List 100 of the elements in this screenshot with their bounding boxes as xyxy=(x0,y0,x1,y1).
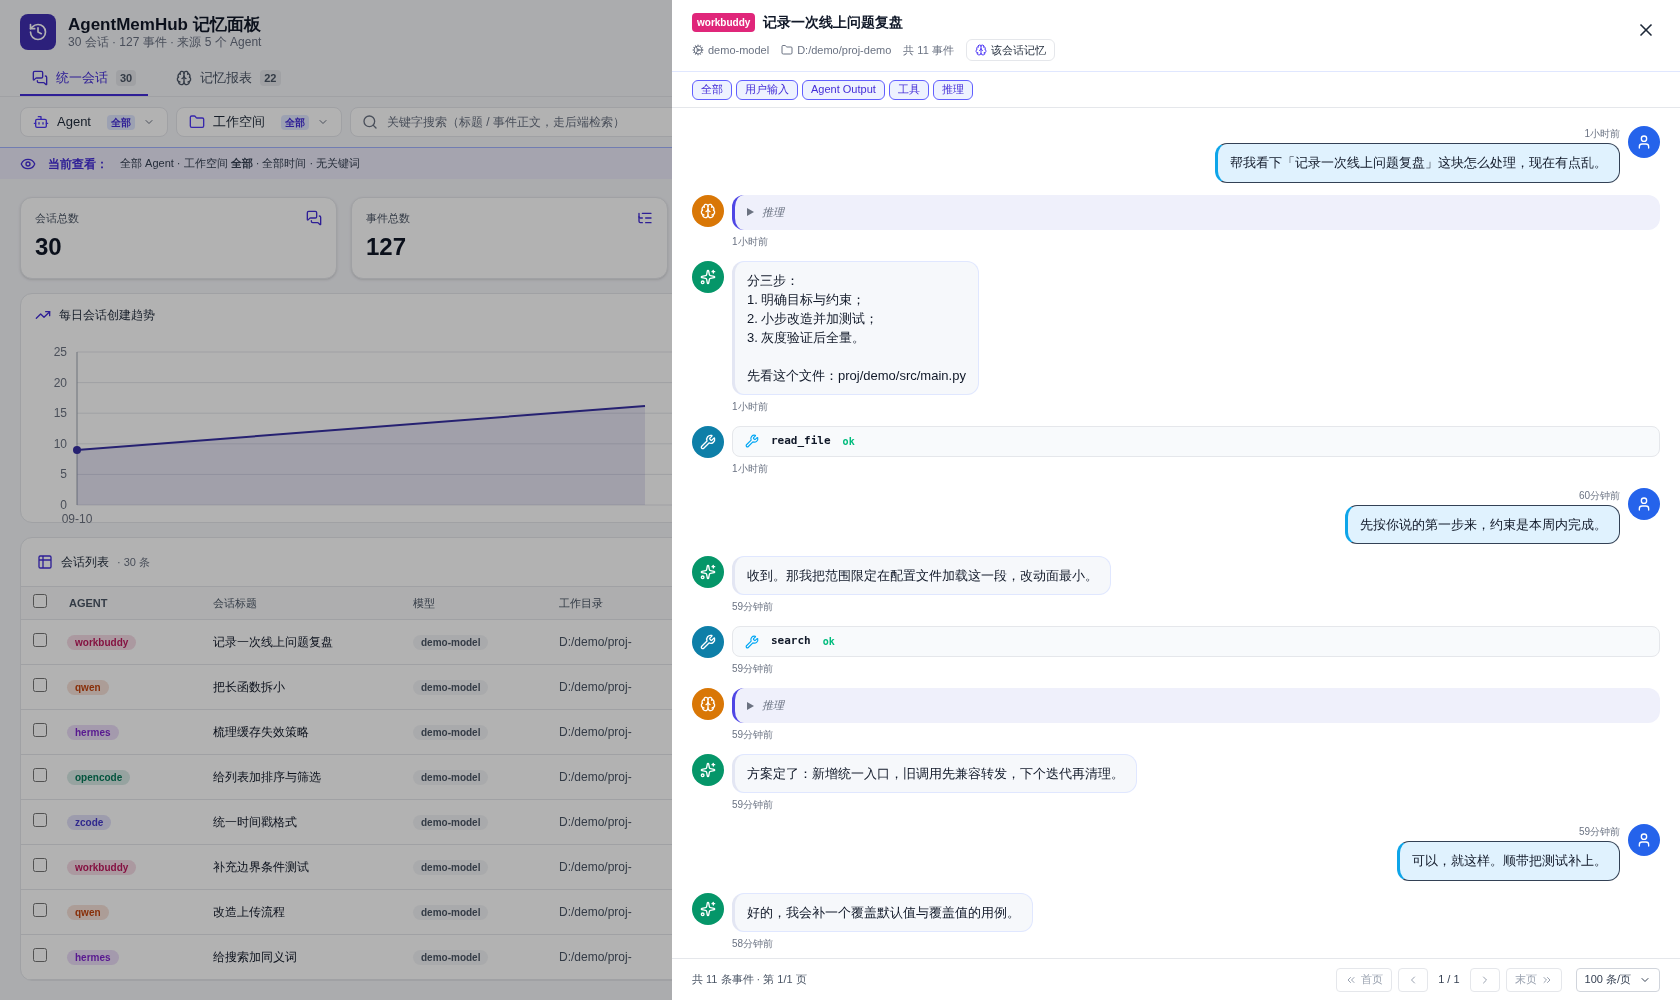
row-checkbox[interactable] xyxy=(33,812,47,827)
row-checkbox[interactable] xyxy=(33,767,47,782)
column-header: 模型 xyxy=(413,595,436,611)
chat-icon xyxy=(32,70,48,86)
folder-icon xyxy=(189,114,205,130)
model-tag: demo-model xyxy=(413,680,489,695)
tab[interactable]: 记忆报表 22 xyxy=(164,62,293,96)
filter-chip[interactable]: Agent Output xyxy=(802,79,885,100)
search-field[interactable]: 关键字搜索（标题 / 事件正文，走后端检索） xyxy=(350,107,672,137)
gear-icon xyxy=(692,44,704,56)
memory-button[interactable]: 该会话记忆 xyxy=(965,39,1055,61)
axis-label: 25 xyxy=(53,345,67,359)
folder-icon xyxy=(781,44,794,56)
session-title[interactable]: 梳理缓存失效策略 xyxy=(213,723,413,741)
filter-chip[interactable]: 推理 xyxy=(932,79,973,100)
session-title[interactable]: 给列表加排序与筛选 xyxy=(213,768,413,786)
agent-tag: opencode xyxy=(67,770,131,785)
message-line: 1. 明确目标与约束； xyxy=(747,290,867,309)
message-line: 2. 小步改造并加测试； xyxy=(747,309,880,328)
agent-tag: workbuddy xyxy=(692,13,756,32)
column-header: 工作目录 xyxy=(559,595,604,611)
session-title[interactable]: 给搜索加同义词 xyxy=(213,948,413,966)
search-icon xyxy=(362,114,378,130)
stat-value: 30 xyxy=(35,231,63,262)
tool-status: ok xyxy=(822,635,835,649)
axis-label: 20 xyxy=(53,375,67,390)
session-title[interactable]: 统一时间戳格式 xyxy=(213,813,413,831)
filter-dropdown[interactable]: 工作空间 全部 xyxy=(176,107,342,137)
sparkle-avatar xyxy=(692,754,724,786)
filter-dropdown[interactable]: Agent 全部 xyxy=(20,107,168,137)
message-time: 59分钟前 xyxy=(732,662,775,676)
directory-path: D:/demo/proj-demo xyxy=(797,42,892,58)
row-checkbox[interactable] xyxy=(33,722,47,737)
filter-chip[interactable]: 全部 xyxy=(692,79,732,100)
stat-label: 事件总数 xyxy=(366,211,410,226)
page-indicator: 1 / 1 xyxy=(1437,972,1461,988)
tool-name: read_file xyxy=(771,432,831,449)
model-tag: demo-model xyxy=(413,635,489,650)
wrench-icon xyxy=(745,634,759,649)
message-line: 先看这个文件：proj/demo/src/main.py xyxy=(747,366,966,385)
reasoning-block[interactable]: 推理 xyxy=(732,688,1660,723)
column-header: 会话标题 xyxy=(213,595,258,611)
table-cell-text: D:/demo/proj- xyxy=(559,859,632,876)
session-title[interactable]: 补充边界条件测试 xyxy=(213,858,413,876)
viewing-summary: 全部 Agent · 工作空间 全部 · 全部时间 · 无关键词 xyxy=(120,156,361,172)
filter-chip[interactable]: 用户输入 xyxy=(736,79,798,100)
table-icon xyxy=(37,554,53,570)
row-checkbox[interactable] xyxy=(33,632,47,647)
table-title: 会话列表 xyxy=(61,554,109,571)
user-message: 帮我看下「记录一次线上问题复盘」这块怎么处理，现在有点乱。 xyxy=(1215,143,1620,183)
row-checkbox[interactable] xyxy=(33,857,47,872)
message-time: 58分钟前 xyxy=(732,936,774,951)
app-title: AgentMemHub 记忆面板 xyxy=(68,13,262,36)
drawer-title: 记录一次线上问题复盘 xyxy=(763,13,904,32)
message-line: 好的，我会补一个覆盖默认值与覆盖值的用例。 xyxy=(747,903,1020,922)
tab-count: 30 xyxy=(116,69,137,87)
chart-title: 每日会话创建趋势 xyxy=(59,307,155,324)
table-cell-text: D:/demo/proj- xyxy=(559,814,632,831)
model-tag: demo-model xyxy=(413,815,489,830)
pagination-summary: 共 11 条事件 · 第 1/1 页 xyxy=(692,972,807,988)
row-checkbox[interactable] xyxy=(33,677,47,692)
message-time: 59分钟前 xyxy=(1578,825,1620,839)
table-count: · 30 条 xyxy=(117,554,150,570)
table-cell-text: D:/demo/proj- xyxy=(559,724,632,741)
user-message: 先按你说的第一步来，约束是本周内完成。 xyxy=(1345,504,1620,544)
message-time: 59分钟前 xyxy=(732,600,774,614)
chat-icon xyxy=(306,210,322,227)
filter-chip[interactable]: 工具 xyxy=(888,79,929,100)
model-tag: demo-model xyxy=(413,905,489,920)
agent-tag: zcode xyxy=(67,815,112,830)
select-all-checkbox[interactable] xyxy=(33,593,47,608)
wrench-avatar xyxy=(692,626,724,658)
session-title[interactable]: 改造上传流程 xyxy=(213,903,413,921)
table-cell-text: D:/demo/proj- xyxy=(559,769,632,786)
message-time: 1小时前 xyxy=(732,461,769,476)
tab[interactable]: 统一会话 30 xyxy=(20,62,149,96)
page-size-select[interactable]: 100 条/页 xyxy=(1575,967,1660,992)
agent-tag: hermes xyxy=(67,950,119,965)
stat-label: 会话总数 xyxy=(35,211,79,226)
axis-label: 5 xyxy=(60,467,67,482)
row-checkbox[interactable] xyxy=(33,902,47,917)
message-time: 1小时前 xyxy=(1584,127,1620,141)
table-cell-text: D:/demo/proj- xyxy=(559,679,632,696)
viewing-label: 当前查看： xyxy=(48,155,108,173)
row-checkbox[interactable] xyxy=(33,947,47,962)
sparkle-avatar xyxy=(692,556,724,588)
wrench-avatar xyxy=(692,425,724,458)
message-line: 3. 灰度验证后全量。 xyxy=(747,328,867,347)
user-avatar xyxy=(1628,487,1660,520)
message-line: 收到。那我把范围限定在配置文件加载这一段，改动面最小。 xyxy=(747,567,1098,585)
wrench-icon xyxy=(745,434,759,448)
session-title[interactable]: 记录一次线上问题复盘 xyxy=(213,633,413,651)
table-cell-text: D:/demo/proj- xyxy=(559,904,632,921)
axis-label: 0 xyxy=(60,498,67,512)
brain-avatar xyxy=(692,688,724,720)
session-title[interactable]: 把长函数拆小 xyxy=(213,678,413,696)
user-avatar xyxy=(1628,824,1660,856)
message-time: 60分钟前 xyxy=(1578,488,1620,503)
tool-name: search xyxy=(771,633,811,650)
reasoning-block[interactable]: 推理 xyxy=(732,194,1660,230)
